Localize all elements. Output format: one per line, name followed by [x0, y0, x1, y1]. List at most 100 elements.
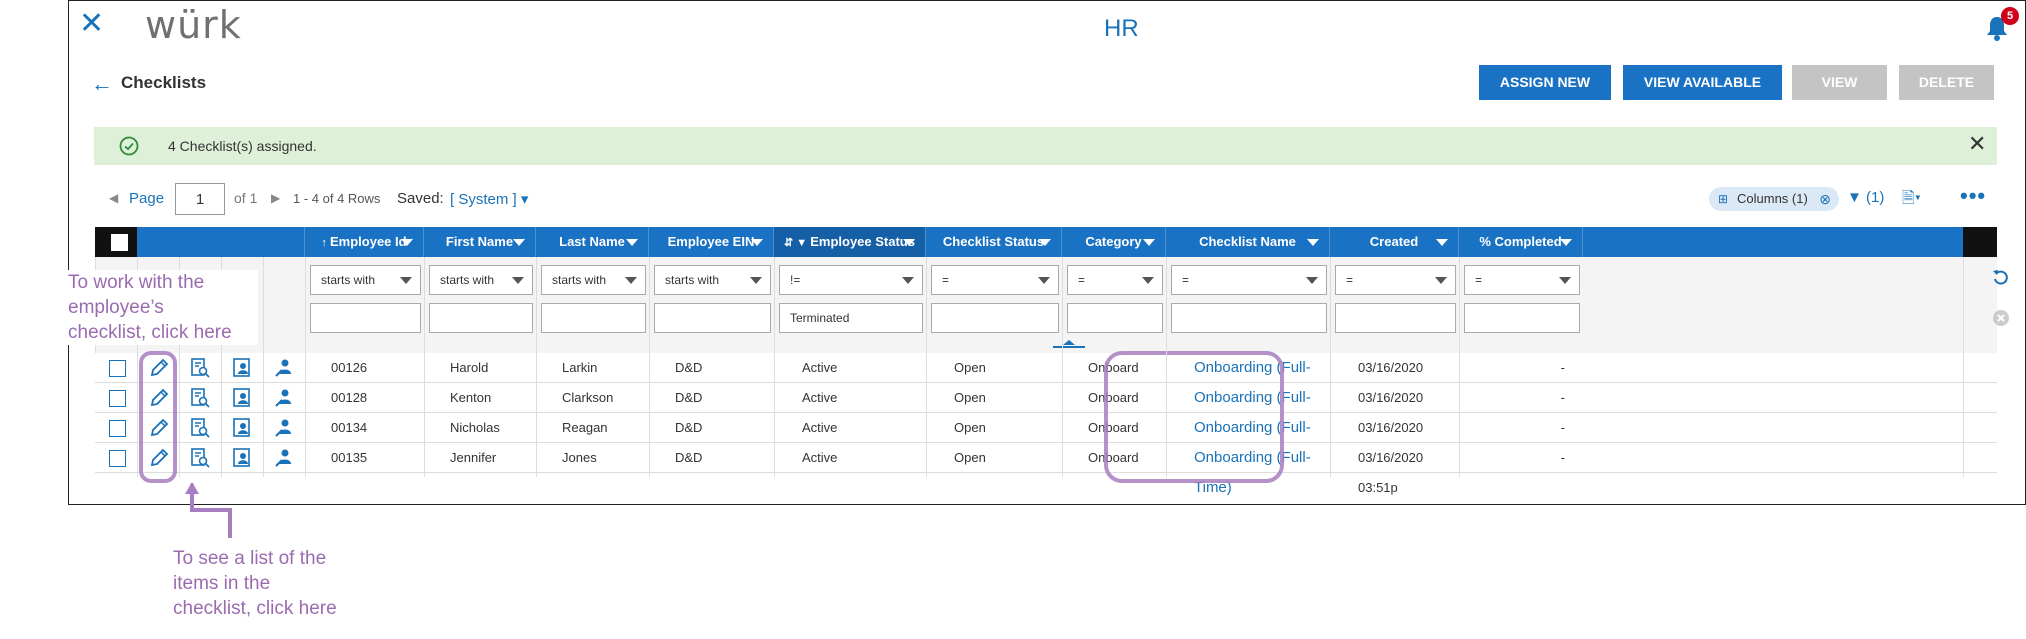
edit-callout-line: employee’s — [68, 297, 164, 318]
assign-user-icon[interactable] — [273, 417, 295, 439]
column-menu-caret-icon[interactable] — [626, 239, 638, 246]
filter-value-input[interactable] — [1171, 303, 1327, 333]
filter-value-input[interactable] — [654, 303, 771, 333]
filter-value-input[interactable] — [1464, 303, 1580, 333]
column-header[interactable]: Checklist Name — [1166, 227, 1330, 257]
filter-value-input[interactable] — [1335, 303, 1456, 333]
row-checkbox[interactable] — [109, 390, 126, 407]
view-checklist-items-icon[interactable] — [189, 357, 211, 379]
view-checklist-items-icon[interactable] — [189, 417, 211, 439]
sort-asc-icon: ↑ — [321, 237, 330, 249]
caret-down-icon — [902, 277, 914, 284]
banner-close-icon[interactable]: ✕ — [1968, 132, 1986, 157]
filter-operator-select[interactable]: starts with — [429, 265, 533, 295]
assign-user-icon[interactable] — [273, 387, 295, 409]
table-cell-last: Larkin — [562, 360, 598, 375]
column-header[interactable]: ↑ Employee Id — [305, 227, 424, 257]
table-cell-status: Active — [802, 390, 838, 405]
column-header[interactable]: Checklist Status — [926, 227, 1062, 257]
grid-divider — [1166, 257, 1167, 477]
view-checklist-items-icon[interactable] — [189, 447, 211, 469]
close-icon[interactable]: ✕ — [79, 9, 104, 39]
table-cell-last: Reagan — [562, 420, 608, 435]
table-cell-id: 00135 — [331, 450, 368, 465]
column-menu-caret-icon[interactable] — [903, 239, 915, 246]
column-header[interactable]: First Name — [424, 227, 536, 257]
employee-profile-icon[interactable] — [231, 387, 253, 409]
banner-message: 4 Checklist(s) assigned. — [168, 138, 317, 154]
column-menu-caret-icon[interactable] — [401, 239, 413, 246]
filter-value-input[interactable] — [310, 303, 421, 333]
caret-down-icon — [512, 277, 524, 284]
column-menu-caret-icon[interactable] — [513, 239, 525, 246]
employee-profile-icon[interactable] — [231, 357, 253, 379]
filter-operator-select[interactable]: starts with — [541, 265, 646, 295]
assign-new-button[interactable]: ASSIGN NEW — [1479, 65, 1611, 100]
filter-operator-select[interactable]: != — [779, 265, 923, 295]
grid-divider — [424, 257, 425, 477]
export-document-icon[interactable]: 🗎▾ — [1902, 187, 1921, 214]
filter-operator-value: starts with — [665, 273, 720, 287]
assign-user-icon[interactable] — [273, 357, 295, 379]
clear-filters-icon[interactable] — [1992, 309, 2010, 327]
filter-operator-select[interactable]: starts with — [654, 265, 771, 295]
column-header[interactable]: % Completed — [1459, 227, 1583, 257]
column-header[interactable]: ⇵ ▼ Employee Status — [774, 227, 926, 257]
column-menu-caret-icon[interactable] — [1436, 239, 1448, 246]
column-header-label: First Name — [445, 234, 514, 249]
assign-user-icon[interactable] — [273, 447, 295, 469]
reset-filters-icon[interactable] — [1992, 269, 2010, 287]
chip-clear-icon[interactable]: ⊗ — [1819, 187, 1831, 211]
filter-value-input[interactable] — [931, 303, 1059, 333]
column-menu-caret-icon[interactable] — [1560, 239, 1572, 246]
filter-value-input[interactable] — [429, 303, 533, 333]
view-checklist-items-icon[interactable] — [189, 387, 211, 409]
filter-toggle[interactable]: ▼ (1) — [1847, 189, 1884, 206]
filter-operator-select[interactable]: = — [1171, 265, 1327, 295]
table-row[interactable]: 00126 Harold Larkin D&D Active Open Onboard Onb… — [95, 353, 1997, 406]
column-header[interactable]: Last Name — [536, 227, 649, 257]
employee-profile-icon[interactable] — [231, 447, 253, 469]
columns-chip-label: Columns (1) — [1737, 191, 1808, 206]
filter-operator-select[interactable]: = — [1464, 265, 1580, 295]
columns-chip[interactable]: ⊞ Columns (1) ⊗ — [1709, 187, 1839, 211]
filter-value-input[interactable] — [541, 303, 646, 333]
filter-value-input[interactable]: Terminated — [779, 303, 923, 333]
more-options-icon[interactable]: ••• — [1960, 183, 1986, 209]
column-menu-caret-icon[interactable] — [1039, 239, 1051, 246]
back-arrow-icon[interactable]: ← — [91, 71, 113, 97]
select-all-checkbox[interactable] — [111, 234, 128, 251]
filter-operator-select[interactable]: starts with — [310, 265, 421, 295]
table-cell-created: 03/16/2020 03:51p — [1358, 420, 1424, 465]
column-header[interactable]: Category — [1062, 227, 1166, 257]
collapse-filter-icon[interactable] — [1053, 338, 1085, 348]
filter-operator-select[interactable]: = — [931, 265, 1059, 295]
employee-profile-icon[interactable] — [231, 417, 253, 439]
page-number-input[interactable] — [175, 183, 225, 215]
row-checkbox[interactable] — [109, 450, 126, 467]
table-row[interactable]: 00128 Kenton Clarkson D&D Active Open Onboard O… — [95, 383, 1997, 436]
column-header[interactable]: Created — [1330, 227, 1459, 257]
view-button[interactable]: VIEW — [1792, 65, 1887, 100]
row-checkbox[interactable] — [109, 420, 126, 437]
saved-view-dropdown[interactable]: [ System ] ▾ — [450, 190, 528, 208]
column-header[interactable]: Employee EIN — [649, 227, 774, 257]
grid-divider — [649, 257, 650, 477]
next-page-icon[interactable]: ▶ — [271, 191, 280, 205]
column-menu-caret-icon[interactable] — [1143, 239, 1155, 246]
view-callout-line: checklist, click here — [173, 598, 337, 619]
column-menu-caret-icon[interactable] — [1307, 239, 1319, 246]
row-checkbox[interactable] — [109, 360, 126, 377]
filter-operator-select[interactable]: = — [1335, 265, 1456, 295]
filter-value-input[interactable] — [1067, 303, 1163, 333]
prev-page-icon[interactable]: ◀ — [109, 191, 118, 205]
table-cell-first: Kenton — [450, 390, 492, 405]
view-available-button[interactable]: VIEW AVAILABLE — [1623, 65, 1782, 100]
check-circle-icon — [119, 136, 139, 156]
delete-button[interactable]: DELETE — [1899, 65, 1994, 100]
table-row[interactable]: 00135 Jennifer Jones D&D Active Open Onboard On… — [95, 443, 1997, 496]
table-row[interactable]: 00134 Nicholas Reagan D&D Active Open Onboard O… — [95, 413, 1997, 466]
table-cell-checklist-status: Open — [954, 360, 986, 375]
filter-operator-select[interactable]: = — [1067, 265, 1163, 295]
column-menu-caret-icon[interactable] — [751, 239, 763, 246]
